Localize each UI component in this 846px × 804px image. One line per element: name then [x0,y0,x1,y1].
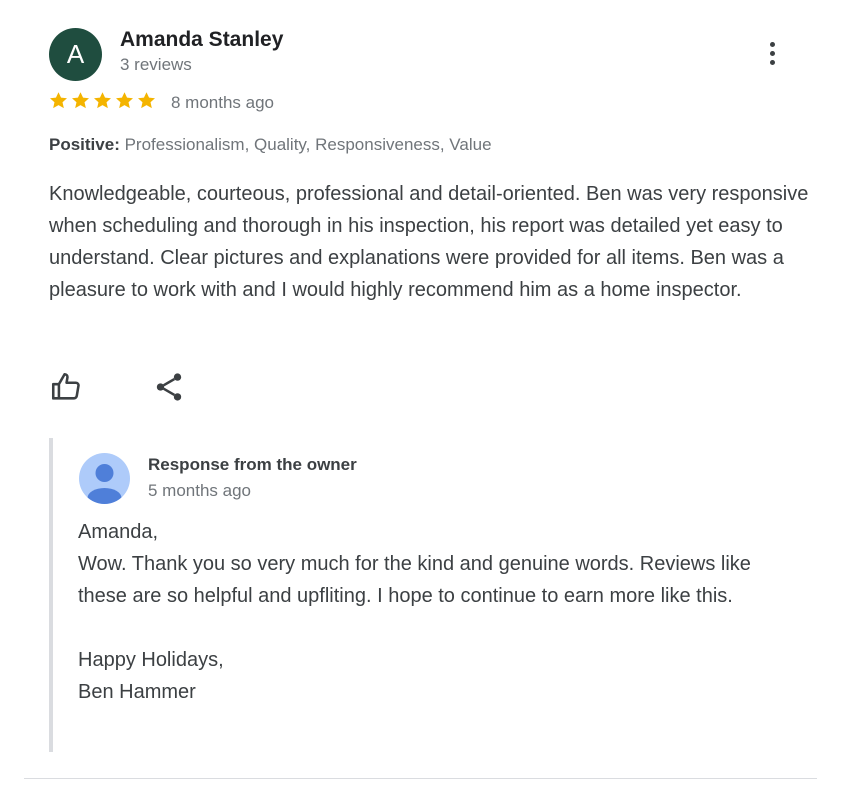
star-icon [94,92,111,109]
star-icon [116,92,133,109]
star-icon [72,92,89,109]
positive-attributes: Positive: Professionalism, Quality, Resp… [49,135,492,155]
reviewer-initial: A [66,39,85,69]
menu-dot [769,50,775,56]
reviewer-review-count[interactable]: 3 reviews [120,55,192,75]
reviewer-avatar[interactable]: A [49,28,102,81]
more-vert-icon[interactable] [756,36,788,70]
star-icon [138,92,155,109]
review-text: Knowledgeable, courteous, professional a… [49,183,809,301]
owner-response-title: Response from the owner [148,455,357,474]
star-icon [50,92,67,109]
positive-values: Professionalism, Quality, Responsiveness… [124,135,492,154]
review-card: A Amanda Stanley 3 reviews 8 months ago … [0,0,846,804]
owner-response: Response from the owner 5 months ago Ama… [49,438,813,752]
divider [24,778,817,779]
menu-dot [769,59,775,65]
owner-avatar-icon [79,453,130,504]
positive-label: Positive: [49,135,120,154]
owner-response-date: 5 months ago [148,481,252,500]
thumb-up-icon[interactable] [49,370,83,404]
review-date: 8 months ago [171,93,275,112]
menu-dot [769,41,775,47]
owner-response-text: Amanda, Wow. Thank you so very much for … [78,521,751,703]
star-rating [48,90,157,111]
reviewer-name[interactable]: Amanda Stanley [120,28,283,52]
share-icon[interactable] [152,370,186,404]
